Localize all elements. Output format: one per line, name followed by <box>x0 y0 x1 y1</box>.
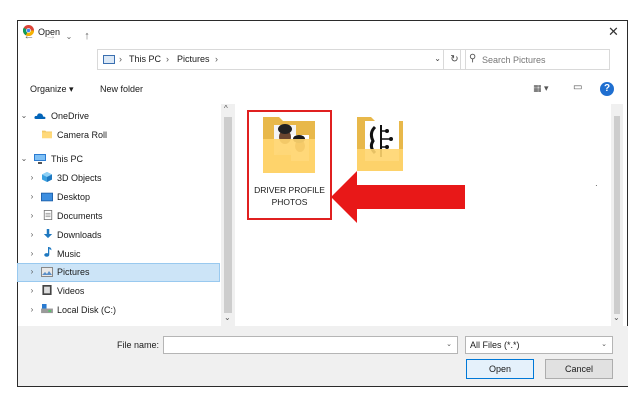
sidebar-item-label: 3D Objects <box>57 173 102 183</box>
red-arrow-annotation <box>331 171 465 223</box>
content-scrollbar[interactable]: ⌄ <box>611 104 623 326</box>
breadcrumb-this-pc[interactable]: This PC <box>129 54 161 64</box>
recent-locations-button[interactable]: ⌄ <box>62 32 76 41</box>
scrollbar-thumb[interactable] <box>614 116 620 314</box>
navigation-scrollbar[interactable]: ^ ⌄ <box>221 104 235 326</box>
sidebar-item-3d-objects[interactable]: › 3D Objects <box>17 169 220 188</box>
organize-menu[interactable]: Organize ▾ <box>30 84 74 95</box>
file-type-select[interactable]: All Files (*.*) ⌄ <box>465 336 613 354</box>
sidebar-item-videos[interactable]: › Videos <box>17 282 220 301</box>
sidebar-item-onedrive[interactable]: ⌄ OneDrive <box>17 107 220 126</box>
pc-icon <box>103 55 115 64</box>
preview-pane-icon[interactable]: ▭ <box>573 82 582 93</box>
chevron-down-icon[interactable]: ⌄ <box>19 154 29 163</box>
scroll-down-icon[interactable]: ⌄ <box>613 313 620 322</box>
video-icon <box>42 285 52 295</box>
chevron-down-icon[interactable]: ⌄ <box>446 340 452 348</box>
scroll-down-icon[interactable]: ⌄ <box>224 313 231 322</box>
up-button[interactable]: ↑ <box>80 30 94 42</box>
scroll-up-icon[interactable]: ^ <box>224 104 228 113</box>
chevron-right-icon[interactable]: › <box>27 173 37 182</box>
download-icon <box>43 229 53 239</box>
filename-label: File name: <box>117 340 160 350</box>
sidebar-item-music[interactable]: › Music <box>17 245 220 264</box>
address-bar[interactable]: › This PC › Pictures › ⌄ ↻ <box>97 49 466 70</box>
sidebar-item-camera-roll[interactable]: Camera Roll <box>17 126 220 145</box>
cloud-icon <box>34 113 46 119</box>
help-icon[interactable]: ? <box>600 82 614 96</box>
sidebar-item-pictures[interactable]: › Pictures <box>17 263 220 282</box>
folder-icon <box>42 130 52 139</box>
stray-mark: · <box>595 181 598 190</box>
desktop-icon <box>41 192 53 202</box>
search-placeholder: Search Pictures <box>482 55 546 65</box>
sidebar-item-label: Documents <box>57 211 103 221</box>
breadcrumb-separator: › <box>215 54 218 64</box>
sidebar-item-label: Local Disk (C:) <box>57 305 117 315</box>
open-button[interactable]: Open <box>466 359 534 379</box>
chevron-right-icon[interactable]: › <box>27 305 37 314</box>
close-icon[interactable]: ✕ <box>608 24 619 40</box>
breadcrumb-pictures[interactable]: Pictures <box>177 54 210 64</box>
new-folder-button[interactable]: New folder <box>100 84 143 94</box>
music-icon <box>44 247 52 257</box>
sidebar-item-documents[interactable]: › Documents <box>17 207 220 226</box>
chevron-right-icon[interactable]: › <box>27 230 37 239</box>
search-icon: ⚲ <box>469 53 477 64</box>
search-input[interactable]: ⚲ Search Pictures <box>460 49 610 70</box>
chevron-right-icon[interactable]: › <box>27 249 37 258</box>
sidebar-item-desktop[interactable]: › Desktop <box>17 188 220 207</box>
forward-button[interactable]: → <box>44 30 58 42</box>
file-type-value: All Files (*.*) <box>470 340 520 350</box>
breadcrumb-separator: › <box>166 54 169 64</box>
chevron-right-icon[interactable]: › <box>27 211 37 220</box>
sidebar-item-label: This PC <box>51 154 84 164</box>
breadcrumb-separator: › <box>119 54 122 64</box>
folder-thumbnail-icon <box>357 117 403 171</box>
sidebar-item-downloads[interactable]: › Downloads <box>17 226 220 245</box>
sidebar-item-label: Music <box>57 249 81 259</box>
chevron-right-icon[interactable]: › <box>27 267 37 276</box>
highlight-box <box>247 110 332 220</box>
view-options-icon[interactable]: ▦ ▾ <box>533 83 549 94</box>
sidebar-item-local-disk[interactable]: › Local Disk (C:) <box>17 301 220 320</box>
sidebar-item-label: OneDrive <box>51 111 90 121</box>
address-dropdown-icon[interactable]: ⌄ <box>434 54 441 63</box>
chevron-down-icon[interactable]: ⌄ <box>601 340 607 348</box>
chevron-right-icon[interactable]: › <box>27 192 37 201</box>
document-icon <box>43 210 53 220</box>
sidebar-item-label: Downloads <box>57 230 102 240</box>
chevron-right-icon[interactable]: › <box>27 286 37 295</box>
sidebar-item-label: Desktop <box>57 192 91 202</box>
sidebar-item-label: Videos <box>57 286 85 296</box>
sidebar-item-this-pc[interactable]: ⌄ This PC <box>17 150 220 169</box>
cancel-button[interactable]: Cancel <box>545 359 613 379</box>
cube-icon <box>42 172 52 182</box>
sidebar-item-label: Pictures <box>57 267 90 277</box>
navigation-pane: ⌄ OneDrive Camera Roll ⌄ This PC › 3D Ob… <box>17 104 221 326</box>
chevron-down-icon[interactable]: ⌄ <box>19 111 29 120</box>
disk-icon <box>41 304 53 314</box>
back-button[interactable]: ← <box>22 30 36 42</box>
sidebar-item-label: Camera Roll <box>57 130 108 140</box>
computer-icon <box>34 154 46 164</box>
filename-input[interactable]: ⌄ <box>163 336 458 354</box>
scrollbar-thumb[interactable] <box>224 117 232 313</box>
pictures-icon <box>41 267 53 277</box>
